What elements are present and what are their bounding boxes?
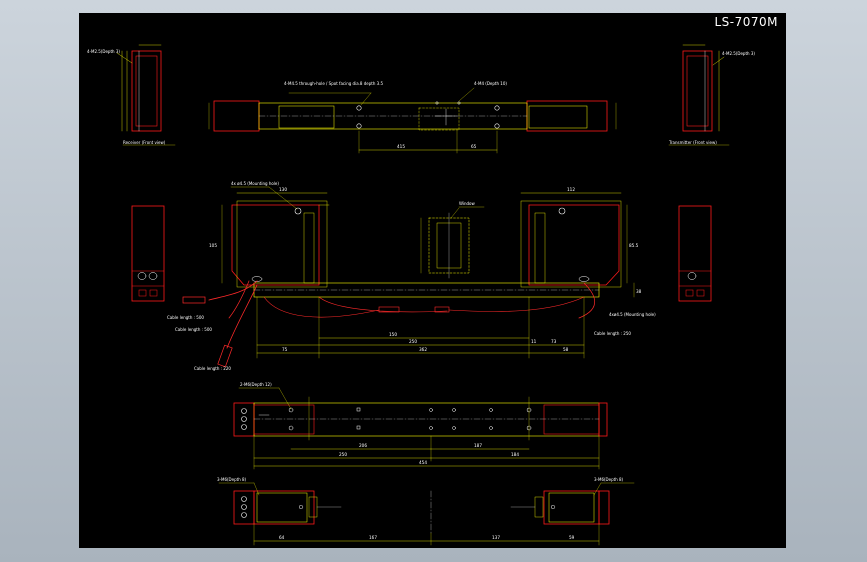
bottom-dim-3: 250 <box>339 452 347 457</box>
dim-b: 11 <box>531 339 537 344</box>
cad-viewport[interactable]: LS-7070M 4-M2.5(Depth 3) Receiver (Front… <box>0 0 867 562</box>
dim-e: 38 <box>636 289 642 294</box>
main-right-head <box>528 204 620 286</box>
top-hole-1 <box>356 105 362 111</box>
main-elevation-view: 4x ø4.5 (Mounting hole) Window Cable len… <box>131 181 712 371</box>
top-note-right: 4-M4 (Depth 10) <box>474 81 507 86</box>
cable-label-2: Cable length : 500 <box>175 327 212 332</box>
side-dim-1: 64 <box>279 535 285 540</box>
bottom-dim-4: 184 <box>511 452 519 457</box>
bottom-note: 2-M6(Depth 12) <box>240 382 272 387</box>
cable-right <box>578 282 595 319</box>
side-dim-3: 137 <box>492 535 500 540</box>
cable-label-4: Cable length : 250 <box>594 331 631 336</box>
receiver-note: 4-M2.5(Depth 3) <box>87 49 120 54</box>
bottom-plan-view: 2-M6(Depth 12) 206 187 250 184 454 <box>233 382 608 470</box>
top-note-left: 4-M4.5 through-hole / Spot facing dia.8 … <box>284 81 383 86</box>
main-note-window: Window <box>459 201 476 206</box>
main-receiver-side <box>131 205 165 302</box>
transmitter-body <box>682 50 713 132</box>
dim-a: 75 <box>282 347 288 352</box>
top-left-bracket <box>213 100 260 132</box>
bottom-plan-left-end <box>233 402 255 437</box>
top-dim-right: 65 <box>471 144 477 149</box>
main-note-mount: 4x ø4.5 (Mounting hole) <box>231 181 279 186</box>
bottom-side-view: 3-M6(Depth 8) 3-M6(Depth 8) 64 167 137 5… <box>217 477 635 546</box>
transmitter-note: 4-M2.5(Depth 3) <box>722 51 755 56</box>
dim-height: 105 <box>209 243 217 248</box>
top-dim-left: 415 <box>397 144 405 149</box>
main-note-mount-right: 4xø4.5 (Mounting hole) <box>609 312 656 317</box>
cable-label-3: Cable length : 220 <box>194 366 231 371</box>
cable-center <box>263 296 380 318</box>
dim-width-right: 112 <box>567 187 575 192</box>
main-left-head <box>231 204 320 286</box>
top-right-bracket <box>526 100 608 132</box>
top-hole-2 <box>356 123 362 129</box>
dim-gap: 150 <box>389 332 397 337</box>
receiver-caption: Receiver (Front view) <box>123 140 166 145</box>
bottom-plan-right-end <box>598 402 608 437</box>
technical-drawing: 4-M2.5(Depth 3) Receiver (Front view) 4-… <box>87 44 755 546</box>
drawing-sheet: LS-7070M 4-M2.5(Depth 3) Receiver (Front… <box>79 13 786 548</box>
cable-left-1 <box>208 280 258 301</box>
side-left-end <box>233 490 255 525</box>
dim-c: 73 <box>551 339 557 344</box>
side-right-head <box>543 490 600 525</box>
bottom-dim-2: 187 <box>474 443 482 448</box>
dim-width-left: 130 <box>279 187 287 192</box>
top-hole-3 <box>494 105 500 111</box>
top-hole-4 <box>494 123 500 129</box>
side-dim-2: 167 <box>369 535 377 540</box>
main-transmitter-side <box>678 205 712 302</box>
receiver-body <box>131 50 162 132</box>
receiver-front-view: 4-M2.5(Depth 3) Receiver (Front view) <box>87 44 176 146</box>
dim-d: 58 <box>563 347 569 352</box>
side-right-end <box>598 490 610 525</box>
transmitter-caption: Transmitter (Front view) <box>668 140 717 145</box>
cable-label-1: Cable length : 500 <box>167 315 204 320</box>
transmitter-front-view: 4-M2.5(Depth 3) Transmitter (Front view) <box>668 44 755 146</box>
dim-center: 250 <box>409 339 417 344</box>
side-note-right: 3-M6(Depth 8) <box>594 477 624 482</box>
bottom-dim-total: 454 <box>419 460 427 465</box>
dim-total: 362 <box>419 347 427 352</box>
side-left-head <box>253 490 315 525</box>
side-dim-4: 59 <box>569 535 575 540</box>
side-note-left: 3-M6(Depth 8) <box>217 477 247 482</box>
dim-f: 85.5 <box>629 243 639 248</box>
top-view: 415 65 4-M4.5 through-hole / Spot facing… <box>208 81 617 154</box>
bottom-dim-1: 206 <box>359 443 367 448</box>
bottom-plan-body <box>253 402 600 437</box>
